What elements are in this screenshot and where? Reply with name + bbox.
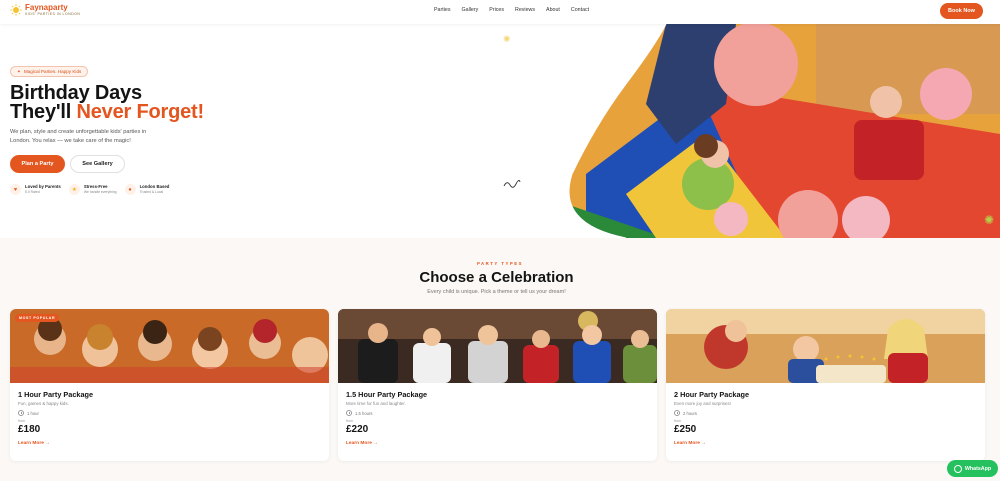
headline-line-2-accent: Never Forget! (76, 101, 205, 123)
logo[interactable]: Faynaparty Kids' Parties in London (10, 3, 80, 17)
package-duration-label: 1.5 hours (355, 410, 373, 416)
package-desc: Fun, games & happy kids. (18, 401, 69, 406)
hero-party-photo: ✺ (568, 24, 1000, 238)
feature-loved: ♥ Loved by Parents 5.0 Rated (10, 184, 61, 195)
svg-text:✺: ✺ (984, 213, 994, 227)
learn-more-link[interactable]: Learn More → (674, 441, 977, 446)
most-popular-badge: MOST POPULAR (15, 314, 60, 322)
main-nav: Parties Gallery Prices Reviews About Con… (434, 7, 589, 13)
feature-sub: 5.0 Rated (25, 190, 40, 194)
package-title: 2 Hour Party Package (674, 390, 750, 399)
plan-party-button[interactable]: Plan a Party (10, 155, 65, 173)
package-duration: 2 hours (674, 410, 977, 416)
hero-subtitle: We plan, style and create unforgettable … (10, 129, 147, 144)
package-desc: More time for fun and laughter. (346, 401, 406, 406)
feature-sub: We handle everything (83, 190, 117, 194)
brand-name: Faynaparty (25, 3, 68, 12)
star-icon: ★ (68, 184, 80, 195)
feature-sub: Trusted & Local (139, 190, 164, 194)
clock-icon (346, 410, 352, 416)
headline-line-2-plain: They'll (10, 101, 72, 123)
squiggle-decoration-icon (503, 180, 521, 188)
hero-headline: Birthday Days They'll Never Forget! (10, 83, 205, 123)
brand-tagline: Kids' Parties in London (25, 12, 81, 16)
clock-icon (674, 410, 680, 416)
site-header: Faynaparty Kids' Parties in London Parti… (0, 0, 1000, 24)
hero-section: ✦ Magical Parties. Happy Kids Birthday D… (0, 24, 1000, 238)
nav-item-prices[interactable]: Prices (489, 7, 504, 13)
page: Faynaparty Kids' Parties in London Parti… (0, 0, 1000, 481)
nav-item-gallery[interactable]: Gallery (462, 7, 479, 13)
whatsapp-button[interactable]: WhatsApp (947, 460, 998, 477)
nav-item-contact[interactable]: Contact (571, 7, 589, 13)
package-duration-label: 2 hours (683, 410, 697, 416)
package-price: £180 (18, 424, 41, 435)
package-duration: 1 hour (18, 410, 321, 416)
nav-item-parties[interactable]: Parties (434, 7, 451, 13)
package-price: £250 (674, 424, 697, 435)
party-types-section: PARTY TYPES Choose a Celebration Every c… (0, 238, 1000, 481)
hero-features: ♥ Loved by Parents 5.0 Rated ★ Stress-Fr… (10, 184, 169, 195)
package-photo: MOST POPULAR (10, 309, 329, 383)
whatsapp-label: WhatsApp (964, 465, 992, 472)
see-gallery-button[interactable]: See Gallery (70, 155, 125, 173)
package-card-1-hour[interactable]: MOST POPULAR 1 Hour Party Package Fun, g… (10, 309, 329, 461)
book-now-button[interactable]: Book Now (940, 3, 983, 19)
nav-item-reviews[interactable]: Reviews (515, 7, 535, 13)
sun-logo-icon (10, 4, 22, 16)
package-desc: Even more joy and surprises! (674, 401, 731, 406)
package-duration-label: 1 hour (27, 410, 39, 416)
nav-item-about[interactable]: About (546, 7, 560, 13)
package-photo (338, 309, 657, 383)
package-photo (666, 309, 985, 383)
feature-london: ● London Based Trusted & Local (124, 184, 169, 195)
package-price: £220 (346, 424, 369, 435)
heart-icon: ♥ (10, 184, 21, 195)
package-title: 1.5 Hour Party Package (346, 390, 428, 399)
pin-icon: ● (124, 184, 136, 195)
section-title: Choose a Celebration (419, 269, 574, 286)
package-duration: 1.5 hours (346, 410, 649, 416)
whatsapp-icon (953, 464, 962, 473)
section-subtitle: Every child is unique. Pick a theme or t… (427, 289, 566, 295)
package-title: 1 Hour Party Package (18, 390, 94, 399)
clock-icon (18, 410, 24, 416)
section-eyebrow: PARTY TYPES (477, 261, 523, 266)
learn-more-link[interactable]: Learn More → (346, 441, 649, 446)
learn-more-link[interactable]: Learn More → (18, 441, 321, 446)
sparkle-icon: ✦ (17, 68, 21, 74)
package-card-1-5-hour[interactable]: 1.5 Hour Party Package More time for fun… (338, 309, 657, 461)
sun-doodle-icon: ✺ (503, 34, 511, 44)
feature-stress-free: ★ Stress-Free We handle everything (68, 184, 117, 195)
package-card-2-hour[interactable]: 2 Hour Party Package Even more joy and s… (666, 309, 985, 461)
hero-badge-label: Magical Parties. Happy Kids (23, 69, 82, 74)
package-cards: MOST POPULAR 1 Hour Party Package Fun, g… (10, 309, 985, 461)
hero-badge: ✦ Magical Parties. Happy Kids (10, 66, 89, 77)
